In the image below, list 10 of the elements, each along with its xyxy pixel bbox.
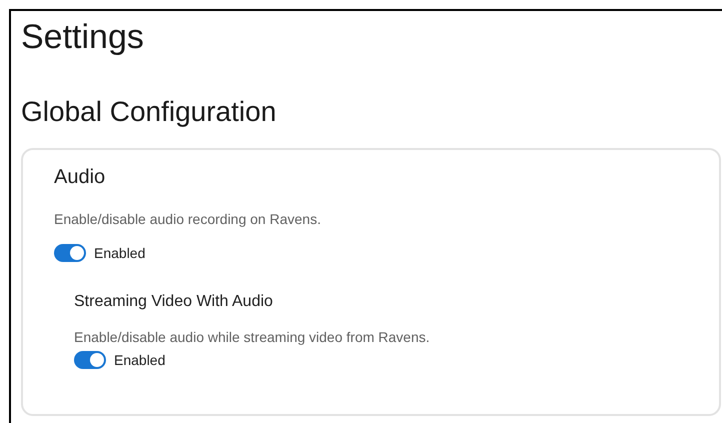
- toggle-label: Enabled: [114, 352, 166, 368]
- toggle-label: Enabled: [94, 245, 146, 261]
- section-title: Global Configuration: [21, 95, 278, 129]
- setting-description: Enable/disable audio recording on Ravens.: [54, 210, 322, 228]
- subsection-title: Streaming Video With Audio: [74, 292, 274, 312]
- page-title: Settings: [21, 17, 145, 57]
- setting-description: Enable/disable audio while streaming video from Ravens.: [74, 328, 431, 346]
- card-title: Audio: [54, 165, 106, 190]
- toggle-switch[interactable]: [74, 351, 106, 369]
- toggle-switch[interactable]: [54, 244, 86, 262]
